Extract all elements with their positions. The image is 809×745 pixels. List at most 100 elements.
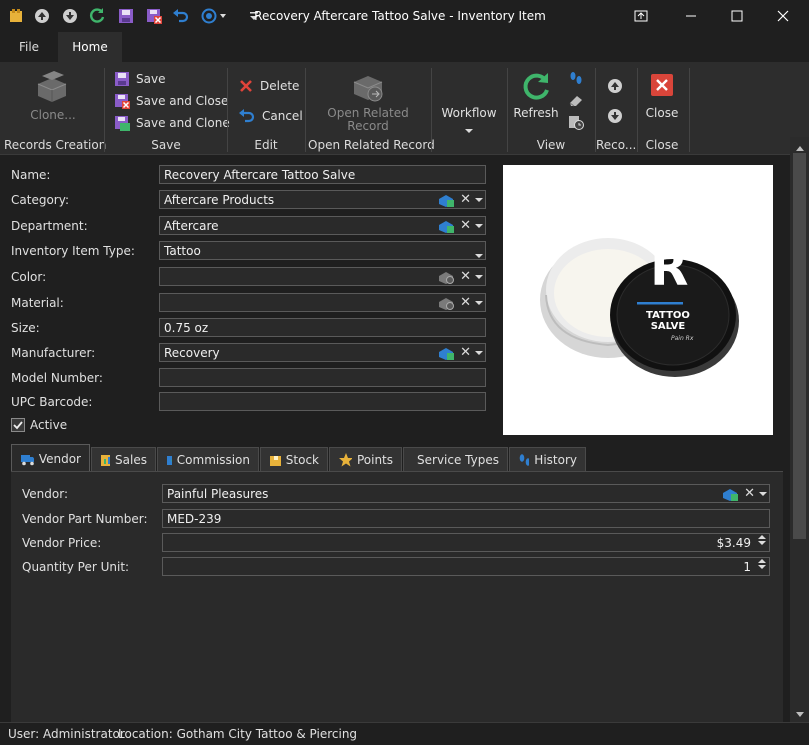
product-image[interactable]: R TATTOO SALVE Pain Rx xyxy=(503,165,773,435)
tab-stock[interactable]: Stock xyxy=(260,447,328,471)
previous-record-icon[interactable] xyxy=(32,6,52,26)
open-record-icon[interactable] xyxy=(438,219,456,233)
open-record-icon[interactable] xyxy=(438,193,456,207)
minimize-button[interactable] xyxy=(668,0,714,32)
close-button[interactable]: Close xyxy=(640,106,684,120)
department-lookup[interactable]: Aftercare ✕ xyxy=(159,216,486,235)
tab-sales-label: Sales xyxy=(115,453,147,467)
undo-icon[interactable] xyxy=(171,6,191,26)
spin-up-icon[interactable] xyxy=(758,559,766,563)
maximize-button[interactable] xyxy=(714,0,760,32)
eraser-icon[interactable] xyxy=(568,92,584,111)
delete-button[interactable]: Delete xyxy=(238,78,299,94)
open-record-icon[interactable] xyxy=(438,346,456,360)
footsteps-icon[interactable] xyxy=(568,70,584,89)
spinner-arrows[interactable] xyxy=(758,559,766,569)
checkmark-icon xyxy=(11,418,25,432)
chevron-down-icon[interactable] xyxy=(475,224,483,228)
open-related-label-line2: Record xyxy=(320,120,416,133)
chevron-down-icon[interactable] xyxy=(475,275,483,279)
lid-line1: TATTOO xyxy=(644,310,692,321)
name-label: Name: xyxy=(11,168,50,182)
next-record-icon[interactable] xyxy=(60,6,80,26)
save-close-icon xyxy=(114,93,130,109)
workflow-menu-icon[interactable] xyxy=(200,6,230,26)
scroll-thumb[interactable] xyxy=(793,153,806,539)
save-and-clone-button[interactable]: Save and Clone xyxy=(114,115,230,131)
stock-box-icon xyxy=(269,453,281,467)
manufacturer-lookup[interactable]: Recovery ✕ xyxy=(159,343,486,362)
chevron-down-icon[interactable] xyxy=(475,198,483,202)
inventory-item-type-select[interactable]: Tattoo xyxy=(159,241,486,260)
save-button[interactable]: Save xyxy=(114,71,165,87)
save-and-clone-label: Save and Clone xyxy=(136,116,230,130)
clear-icon[interactable]: ✕ xyxy=(460,270,471,284)
ribbon-tab-file[interactable]: File xyxy=(8,32,50,62)
app-icon xyxy=(6,6,26,26)
ribbon-separator xyxy=(431,68,432,152)
cancel-button[interactable]: Cancel xyxy=(238,108,303,124)
vendor-part-number-input[interactable]: MED-239 xyxy=(162,509,770,528)
record-up-icon[interactable] xyxy=(607,78,623,97)
tab-service-types[interactable]: Service Types xyxy=(403,447,508,471)
spinner-arrows[interactable] xyxy=(758,535,766,545)
close-large-icon xyxy=(650,73,674,100)
vendor-value: Painful Pleasures xyxy=(167,487,268,501)
tab-sales[interactable]: Sales xyxy=(91,447,156,471)
vertical-scrollbar[interactable] xyxy=(790,137,809,722)
open-record-icon[interactable] xyxy=(438,296,456,310)
spin-up-icon[interactable] xyxy=(758,535,766,539)
history-view-icon[interactable] xyxy=(568,114,584,133)
lookup-controls: ✕ xyxy=(438,192,483,208)
inventory-item-type-value: Tattoo xyxy=(164,244,201,258)
ribbon-separator xyxy=(507,68,508,152)
clear-icon[interactable]: ✕ xyxy=(744,487,755,501)
lid-script: Pain Rx xyxy=(671,335,693,342)
vendor-lookup[interactable]: Painful Pleasures ✕ xyxy=(162,484,770,503)
scroll-down-icon[interactable] xyxy=(795,708,805,722)
spin-down-icon[interactable] xyxy=(758,565,766,569)
vendor-price-spinner[interactable]: $3.49 xyxy=(162,533,770,552)
chevron-down-icon[interactable] xyxy=(475,301,483,305)
chevron-down-icon[interactable] xyxy=(475,351,483,355)
model-number-input[interactable] xyxy=(159,368,486,387)
tab-commission[interactable]: Commission xyxy=(157,447,259,471)
ribbon-tab-home[interactable]: Home xyxy=(58,32,122,62)
tab-vendor[interactable]: Vendor xyxy=(11,444,90,472)
active-checkbox[interactable]: Active xyxy=(11,418,67,432)
spin-down-icon[interactable] xyxy=(758,541,766,545)
size-input[interactable]: 0.75 oz xyxy=(159,318,486,337)
save-icon xyxy=(114,71,130,87)
title-bar: Recovery Aftercare Tattoo Salve - Invent… xyxy=(0,0,809,32)
group-label-edit: Edit xyxy=(230,138,302,152)
clear-icon[interactable]: ✕ xyxy=(460,346,471,360)
clear-icon[interactable]: ✕ xyxy=(460,193,471,207)
workflow-button[interactable]: Workflow xyxy=(436,106,502,120)
save-icon[interactable] xyxy=(116,6,136,26)
refresh-icon[interactable] xyxy=(87,6,107,26)
chevron-down-icon[interactable] xyxy=(759,492,767,496)
quantity-per-unit-spinner[interactable]: 1 xyxy=(162,557,770,576)
clone-button[interactable]: Clone... xyxy=(28,108,78,122)
material-lookup[interactable]: ✕ xyxy=(159,293,486,312)
record-down-icon[interactable] xyxy=(607,108,623,127)
save-and-close-button[interactable]: Save and Close xyxy=(114,93,228,109)
close-window-button[interactable] xyxy=(760,0,806,32)
clear-icon[interactable]: ✕ xyxy=(460,296,471,310)
tab-history[interactable]: History xyxy=(509,447,586,471)
tab-vendor-label: Vendor xyxy=(39,452,81,466)
refresh-button[interactable]: Refresh xyxy=(512,106,560,120)
open-related-record-button[interactable]: Open Related Record xyxy=(320,107,416,133)
open-record-icon[interactable] xyxy=(438,270,456,284)
clone-icon xyxy=(34,70,70,107)
name-input[interactable]: Recovery Aftercare Tattoo Salve xyxy=(159,165,486,184)
color-lookup[interactable]: ✕ xyxy=(159,267,486,286)
open-record-icon[interactable] xyxy=(722,487,740,501)
chevron-down-icon[interactable] xyxy=(475,254,483,258)
category-lookup[interactable]: Aftercare Products ✕ xyxy=(159,190,486,209)
tab-points[interactable]: Points xyxy=(329,447,402,471)
save-and-close-icon[interactable] xyxy=(144,6,164,26)
clear-icon[interactable]: ✕ xyxy=(460,219,471,233)
upc-barcode-input[interactable] xyxy=(159,392,486,411)
restore-layout-icon[interactable] xyxy=(618,0,664,32)
